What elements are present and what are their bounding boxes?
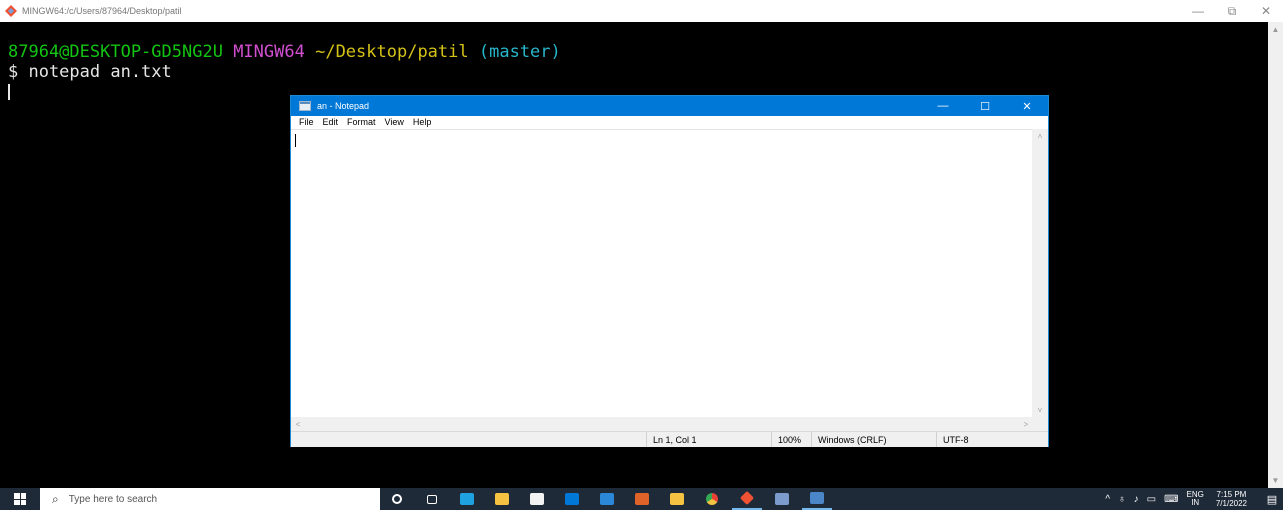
- notepad-window: an - Notepad — ☐ ✕ File Edit Format View…: [290, 95, 1049, 447]
- terminal-close-button[interactable]: ✕: [1249, 0, 1283, 22]
- taskbar-app-app-monitor[interactable]: [767, 488, 797, 510]
- notepad-minimize-button[interactable]: —: [922, 96, 964, 116]
- language-region: IN: [1191, 498, 1200, 507]
- menu-edit[interactable]: Edit: [323, 117, 339, 127]
- app-monitor-icon: [775, 493, 789, 505]
- chrome-icon: [706, 493, 718, 505]
- notepad-icon: [810, 492, 824, 504]
- search-icon: ⌕: [52, 491, 59, 506]
- prompt-path: ~/Desktop/patil: [315, 42, 469, 62]
- taskbar-app-store[interactable]: [522, 488, 552, 510]
- taskbar: ⌕ Type here to search ^ ♁ ♪ ▭ ⌨ ENG IN 7…: [0, 488, 1283, 510]
- notepad-titlebar[interactable]: an - Notepad — ☐ ✕: [291, 96, 1048, 116]
- git-bash-icon: [739, 490, 755, 506]
- terminal-scroll-down-icon[interactable]: ▼: [1268, 473, 1283, 488]
- home-icon: [670, 493, 684, 505]
- taskbar-app-app-blue[interactable]: [592, 488, 622, 510]
- notepad-horizontal-scrollbar[interactable]: < >: [291, 417, 1033, 431]
- cortana-icon: [392, 494, 402, 504]
- search-placeholder: Type here to search: [68, 493, 158, 505]
- terminal-scrollbar[interactable]: ▲ ▼: [1268, 22, 1283, 488]
- notepad-vertical-scrollbar[interactable]: ˄ ˅: [1032, 129, 1048, 417]
- menu-file[interactable]: File: [299, 117, 314, 127]
- volume-icon[interactable]: ♪: [1134, 494, 1139, 505]
- battery-icon[interactable]: ▭: [1147, 494, 1156, 505]
- windows-logo-icon: [14, 493, 26, 505]
- status-zoom: 100%: [771, 432, 811, 447]
- scroll-right-icon[interactable]: >: [1019, 417, 1033, 431]
- clock-time: 7:15 PM: [1216, 490, 1247, 499]
- taskbar-app-git-bash[interactable]: [732, 488, 762, 510]
- terminal-window-title: MINGW64:/c/Users/87964/Desktop/patil: [22, 6, 182, 16]
- taskbar-app-mail[interactable]: [557, 488, 587, 510]
- taskbar-pinned-apps: [382, 488, 837, 510]
- prompt-user: 87964@DESKTOP-GD5NG2U: [8, 42, 223, 62]
- terminal-minimize-button[interactable]: —: [1181, 0, 1215, 22]
- scroll-down-icon[interactable]: ˅: [1032, 403, 1048, 417]
- touch-keyboard-icon[interactable]: ⌨: [1164, 494, 1178, 505]
- taskbar-app-notepad[interactable]: [802, 488, 832, 510]
- notepad-title: an - Notepad: [317, 101, 370, 111]
- terminal-cursor: [8, 84, 10, 100]
- terminal-titlebar: MINGW64:/c/Users/87964/Desktop/patil — ⧉…: [0, 0, 1283, 22]
- prompt-line: 87964@DESKTOP-GD5NG2U MINGW64 ~/Desktop/…: [8, 42, 1268, 62]
- menu-format[interactable]: Format: [347, 117, 376, 127]
- taskbar-app-chrome[interactable]: [697, 488, 727, 510]
- notepad-statusbar: Ln 1, Col 1 100% Windows (CRLF) UTF-8: [291, 431, 1048, 447]
- app-blue-icon: [600, 493, 614, 505]
- notepad-menubar: File Edit Format View Help: [291, 116, 1048, 128]
- start-button[interactable]: [0, 488, 40, 510]
- prompt-branch: (master): [478, 42, 561, 62]
- notification-center-icon[interactable]: ▤: [1261, 488, 1283, 510]
- paint-icon: [635, 493, 649, 505]
- status-encoding: UTF-8: [936, 432, 1031, 447]
- command-line: $ notepad an.txt: [8, 62, 172, 82]
- menu-view[interactable]: View: [385, 117, 404, 127]
- menu-help[interactable]: Help: [413, 117, 432, 127]
- taskbar-search-box[interactable]: ⌕ Type here to search: [40, 488, 380, 510]
- notepad-close-button[interactable]: ✕: [1006, 96, 1048, 116]
- prompt-env: MINGW64: [233, 42, 305, 62]
- scroll-up-icon[interactable]: ˄: [1032, 129, 1048, 143]
- git-bash-icon: [5, 5, 17, 17]
- notepad-icon: [299, 101, 311, 111]
- scroll-left-icon[interactable]: <: [291, 417, 305, 431]
- show-hidden-icons-chevron-icon[interactable]: ^: [1105, 494, 1110, 505]
- notepad-text-area[interactable]: [291, 129, 1033, 417]
- taskbar-app-file-explorer[interactable]: [487, 488, 517, 510]
- text-caret: [295, 134, 296, 147]
- notepad-maximize-button[interactable]: ☐: [964, 96, 1006, 116]
- terminal-restore-button[interactable]: ⧉: [1215, 0, 1249, 22]
- taskbar-app-paint[interactable]: [627, 488, 657, 510]
- clock[interactable]: 7:15 PM 7/1/2022: [1216, 490, 1247, 508]
- store-icon: [530, 493, 544, 505]
- taskbar-app-home[interactable]: [662, 488, 692, 510]
- taskbar-app-cortana[interactable]: [382, 488, 412, 510]
- network-icon[interactable]: ♁: [1118, 494, 1126, 505]
- taskbar-app-edge[interactable]: [452, 488, 482, 510]
- file-explorer-icon: [495, 493, 509, 505]
- scrollbar-corner: [1032, 417, 1048, 431]
- terminal-scroll-up-icon[interactable]: ▲: [1268, 22, 1283, 37]
- taskbar-app-task-view[interactable]: [417, 488, 447, 510]
- system-tray: ^ ♁ ♪ ▭ ⌨ ENG IN 7:15 PM 7/1/2022 ▤: [1105, 488, 1283, 510]
- status-line-ending: Windows (CRLF): [811, 432, 936, 447]
- edge-icon: [460, 493, 474, 505]
- language-indicator[interactable]: ENG IN: [1187, 491, 1204, 507]
- mail-icon: [565, 493, 579, 505]
- task-view-icon: [427, 494, 437, 504]
- clock-date: 7/1/2022: [1215, 499, 1247, 508]
- status-position: Ln 1, Col 1: [646, 432, 771, 447]
